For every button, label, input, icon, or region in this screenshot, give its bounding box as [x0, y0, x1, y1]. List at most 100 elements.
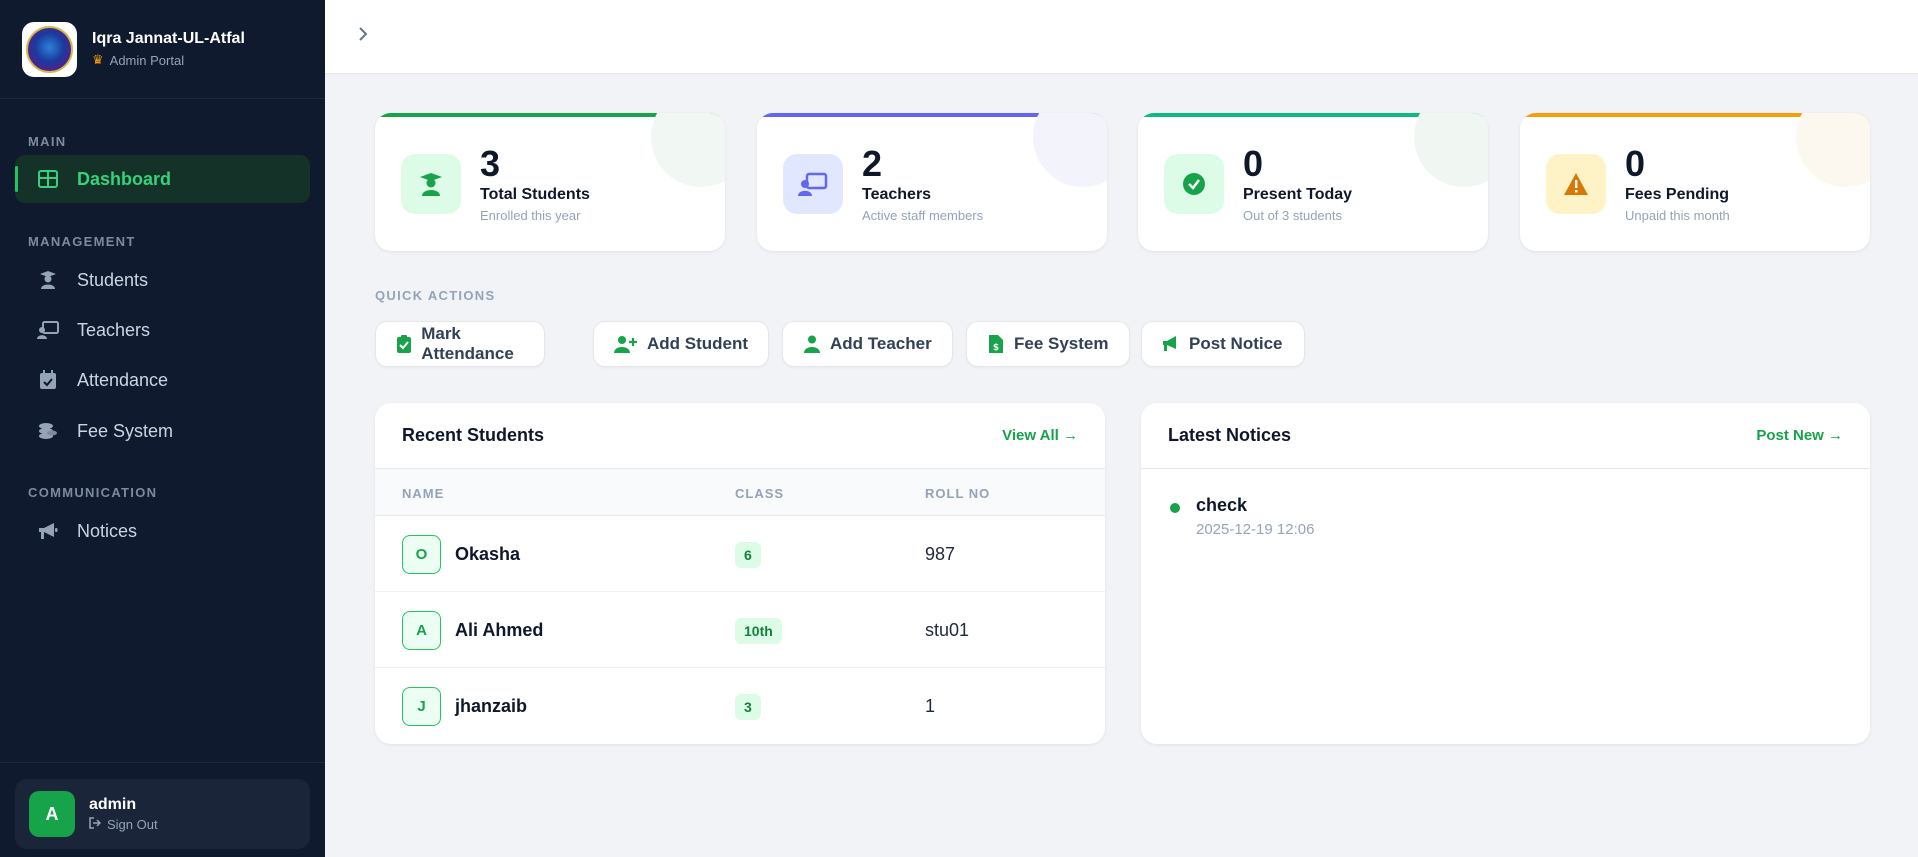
sidebar-toggle-button[interactable]: [351, 22, 375, 46]
sidebar-item-attendance[interactable]: Attendance: [15, 356, 310, 404]
table-row[interactable]: J jhanzaib 3 1: [375, 668, 1105, 744]
stat-value: 0: [1243, 143, 1264, 184]
brand-subtitle: Admin Portal: [109, 52, 185, 68]
view-all-link[interactable]: View All →: [1002, 427, 1078, 444]
calendar-check-icon: [37, 369, 59, 391]
roll-number: 1: [925, 696, 936, 716]
roll-number: stu01: [925, 620, 970, 640]
button-label: Add Teacher: [830, 334, 932, 353]
table-row[interactable]: A Ali Ahmed 10th stu01: [375, 592, 1105, 668]
sidebar-item-fee-system[interactable]: Fee System: [15, 407, 310, 455]
recent-students-panel: Recent Students View All → NAME CLASS RO…: [375, 403, 1105, 744]
latest-notices-panel: Latest Notices Post New → check 2025-12-…: [1141, 403, 1870, 744]
student-avatar: A: [402, 611, 441, 650]
student-name: Okasha: [455, 544, 521, 564]
button-label: Fee System: [1014, 334, 1109, 353]
sign-out-link[interactable]: Sign Out: [89, 817, 158, 832]
stat-label: Total Students: [480, 186, 590, 203]
section-label-communication: COMMUNICATION: [28, 485, 158, 500]
mark-attendance-button[interactable]: Mark Attendance: [375, 321, 545, 367]
column-header-roll: ROLL NO: [925, 486, 991, 501]
notice-item[interactable]: check 2025-12-19 12:06: [1141, 469, 1870, 538]
warning-icon: [1546, 154, 1606, 214]
panel-title: Recent Students: [402, 425, 545, 445]
stat-label: Present Today: [1243, 186, 1353, 203]
sign-out-label: Sign Out: [107, 817, 158, 832]
sign-out-icon: [89, 817, 102, 832]
clipboard-check-icon: [396, 335, 412, 353]
stat-subtext: Enrolled this year: [480, 208, 581, 223]
stat-subtext: Unpaid this month: [1625, 208, 1730, 223]
sidebar-item-dashboard[interactable]: Dashboard: [15, 155, 310, 203]
column-header-name: NAME: [402, 486, 445, 501]
user-tie-icon: [803, 335, 821, 353]
panel-title: Latest Notices: [1168, 425, 1292, 445]
sidebar-item-students[interactable]: Students: [15, 256, 310, 304]
roll-number: 987: [925, 544, 956, 564]
button-label: Post Notice: [1189, 334, 1283, 353]
add-teacher-button[interactable]: Add Teacher: [782, 321, 953, 367]
chevron-right-icon: [359, 27, 368, 41]
crown-icon: ♛: [92, 52, 104, 67]
stat-value: 0: [1625, 143, 1646, 184]
button-label: Mark Attendance: [421, 324, 514, 363]
megaphone-icon: [1162, 335, 1180, 353]
school-logo: [22, 21, 77, 77]
class-badge: 6: [735, 542, 761, 568]
table-row[interactable]: O Okasha 6 987: [375, 516, 1105, 592]
notice-date: 2025-12-19 12:06: [1196, 521, 1315, 538]
student-icon: [37, 269, 59, 291]
sidebar-item-notices[interactable]: Notices: [15, 507, 310, 555]
post-notice-button[interactable]: Post Notice: [1141, 321, 1305, 367]
student-avatar: J: [402, 687, 441, 726]
student-name: jhanzaib: [455, 696, 528, 716]
table-header: NAME CLASS ROLL NO: [375, 469, 1105, 516]
sidebar-item-label: Students: [77, 269, 149, 290]
graduation-icon: [401, 154, 461, 214]
sidebar-item-label: Fee System: [77, 420, 174, 441]
post-new-link[interactable]: Post New →: [1756, 427, 1843, 444]
stat-card-teachers: 2 Teachers Active staff members: [757, 113, 1107, 251]
sidebar-item-label: Dashboard: [77, 168, 172, 189]
section-label-management: MANAGEMENT: [28, 234, 136, 249]
megaphone-icon: [37, 520, 59, 542]
sidebar-item-label: Notices: [77, 520, 138, 541]
sidebar-item-teachers[interactable]: Teachers: [15, 306, 310, 354]
column-header-class: CLASS: [735, 486, 785, 501]
invoice-dollar-icon: $: [987, 335, 1005, 353]
stat-subtext: Out of 3 students: [1243, 208, 1343, 223]
teacher-board-icon: [783, 154, 843, 214]
check-circle-icon: [1164, 154, 1224, 214]
student-avatar: O: [402, 535, 441, 574]
brand: Iqra Jannat-UL-Atfal ♛ Admin Portal: [0, 0, 325, 99]
fee-system-button[interactable]: $ Fee System: [966, 321, 1130, 367]
brand-name: Iqra Jannat-UL-Atfal: [92, 30, 245, 47]
stat-card-total-students: 3 Total Students Enrolled this year: [375, 113, 725, 251]
button-label: Add Student: [647, 334, 749, 353]
stat-subtext: Active staff members: [862, 208, 984, 223]
class-badge: 3: [735, 694, 761, 720]
stat-card-present-today: 0 Present Today Out of 3 students: [1138, 113, 1488, 251]
stat-card-fees-pending: 0 Fees Pending Unpaid this month: [1520, 113, 1870, 251]
dashboard-grid-icon: [37, 168, 59, 190]
teacher-board-icon: [37, 319, 59, 341]
quick-actions-title: QUICK ACTIONS: [375, 288, 496, 303]
coins-icon: [37, 420, 59, 442]
sidebar-item-label: Teachers: [77, 319, 151, 340]
stat-label: Teachers: [862, 186, 932, 203]
notice-title: check: [1196, 495, 1248, 515]
topbar: [325, 0, 1918, 74]
sidebar-divider: [0, 762, 325, 763]
notice-dot-icon: [1170, 503, 1180, 513]
stat-label: Fees Pending: [1625, 186, 1730, 203]
sidebar: Iqra Jannat-UL-Atfal ♛ Admin Portal MAIN…: [0, 0, 325, 857]
svg-text:$: $: [993, 343, 999, 353]
class-badge: 10th: [735, 618, 782, 644]
user-name: admin: [89, 796, 137, 813]
user-card: A admin Sign Out: [15, 779, 310, 849]
add-student-button[interactable]: Add Student: [593, 321, 769, 367]
stat-value: 2: [862, 143, 883, 184]
sidebar-item-label: Attendance: [77, 369, 169, 390]
section-label-main: MAIN: [28, 134, 67, 149]
student-name: Ali Ahmed: [455, 620, 544, 640]
